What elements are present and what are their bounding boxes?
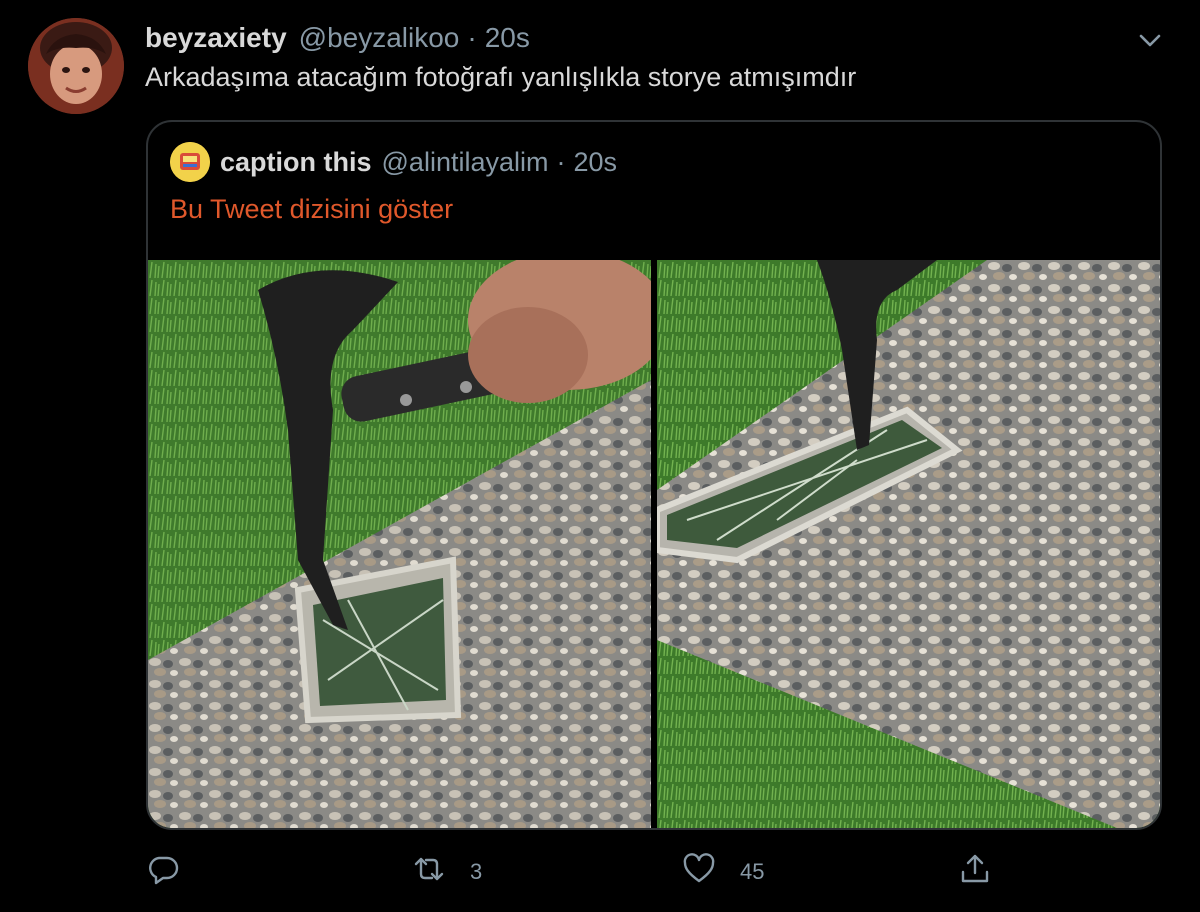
timestamp[interactable]: 20s — [485, 22, 530, 54]
photo-right[interactable] — [657, 260, 1160, 828]
quote-separator-dot: · — [556, 146, 566, 177]
heart-icon — [682, 852, 716, 892]
retweet-button[interactable]: 3 — [412, 848, 482, 896]
chevron-down-icon[interactable] — [1136, 26, 1164, 54]
user-avatar[interactable] — [28, 18, 124, 114]
user-handle[interactable]: @beyzalikoo — [299, 22, 460, 54]
photo-left[interactable] — [148, 260, 651, 828]
tweet-actions: 3 45 — [0, 848, 1200, 896]
reply-icon — [146, 852, 180, 892]
retweet-icon — [412, 852, 446, 892]
quote-timestamp: 20s — [573, 146, 618, 177]
like-count: 45 — [740, 859, 765, 884]
show-thread-link[interactable]: Bu Tweet dizisini göster — [170, 194, 453, 225]
tweet-text: Arkadaşıma atacağım fotoğrafı yanlışlıkl… — [145, 62, 857, 92]
like-button[interactable]: 45 — [682, 848, 764, 896]
separator-dot: · — [467, 22, 477, 53]
tweet[interactable]: beyzaxiety @beyzalikoo · 20s Arkadaşıma … — [0, 0, 1200, 912]
display-name[interactable]: beyzaxiety — [145, 22, 287, 54]
quote-avatar — [170, 142, 210, 182]
quoted-tweet[interactable]: caption this @alintilayalim · 20s Bu Twe… — [146, 120, 1162, 830]
quote-header: caption this @alintilayalim · 20s — [170, 140, 617, 184]
share-icon — [958, 852, 992, 892]
tweet-header: beyzaxiety @beyzalikoo · 20s — [145, 20, 530, 56]
reply-button[interactable] — [146, 848, 204, 896]
share-button[interactable] — [958, 848, 992, 896]
quote-display-name: caption this — [220, 146, 372, 177]
quote-handle: @alintilayalim — [381, 146, 549, 177]
retweet-count: 3 — [470, 859, 483, 884]
quote-media — [148, 260, 1160, 828]
